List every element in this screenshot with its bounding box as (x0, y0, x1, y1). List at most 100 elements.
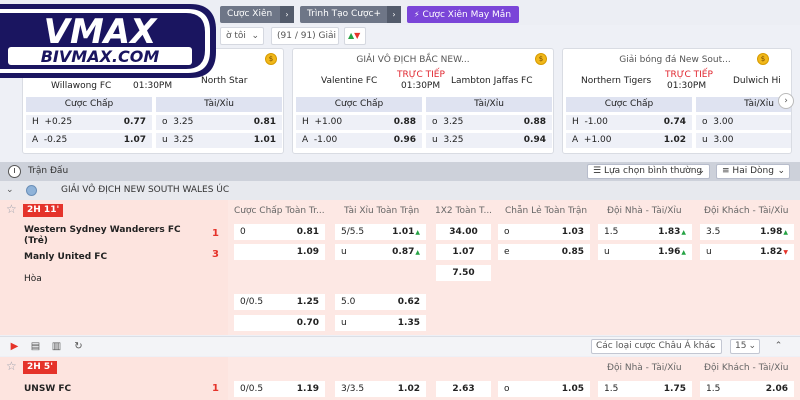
league-bar[interactable]: ⌄ GIẢI VÔ ĐỊCH NEW SOUTH WALES ÚC (0, 181, 800, 200)
odd-cell[interactable]: e 0.85 (498, 244, 590, 260)
card-odd-cell[interactable]: o 3.25 0.88 (426, 115, 552, 130)
card-time: 01:30PM (401, 81, 441, 91)
odd-cell[interactable]: 2.63 (436, 381, 491, 397)
odd-side: o (162, 117, 168, 127)
play-icon[interactable]: ▶ (8, 340, 21, 353)
tab-lucky-parlay[interactable]: ⚡ Cược Xiên May Mắn (407, 6, 519, 23)
odd-cell[interactable]: 1.5 1.83 (598, 224, 692, 240)
odd-line: -0.25 (43, 135, 68, 145)
match-card[interactable]: Giải bóng đá New Sout... $ Northern Tige… (562, 48, 792, 154)
bet-type-select[interactable]: Các loại cược Châu Á khác ⌄ (591, 339, 722, 354)
card-team-away: Lambton Jaffas FC (451, 76, 533, 86)
odd-cell[interactable]: u 1.96 (598, 244, 692, 260)
team-home: UNSW FC (24, 384, 72, 394)
match-card[interactable]: GIẢI VÔ ĐỊCH BẮC NEW... $ Valentine FC L… (292, 48, 554, 154)
tab-parlay[interactable]: Cược Xiên › (220, 6, 294, 23)
card-handicap-header: Cược Chấp (26, 97, 152, 112)
odd-price: 0.81 (253, 117, 276, 127)
odd-side: H (302, 117, 309, 127)
league-count-select[interactable]: (91 / 91) Giải (271, 27, 339, 45)
chevron-down-icon[interactable]: ⌄ (6, 185, 14, 195)
odd-cell[interactable]: u 0.87 (335, 244, 426, 260)
odd-cell[interactable]: o 1.05 (498, 381, 590, 397)
odd-line: 0/0.5 (240, 297, 264, 307)
card-team-home: Willawong FC (51, 81, 112, 91)
odd-price: 1.01 (392, 224, 420, 241)
odd-line: 3.00 (713, 135, 734, 145)
chevron-down-icon: ⌄ (697, 166, 705, 176)
odd-line: +1.00 (314, 117, 343, 127)
odd-cell[interactable]: u 1.82 (700, 244, 794, 260)
odd-line: 5.0 (341, 297, 356, 307)
tab-bet-builder[interactable]: Trình Tạo Cược+ › (300, 6, 401, 23)
card-odd-cell[interactable]: u 3.25 1.01 (156, 133, 282, 148)
odd-side: u (432, 135, 438, 145)
away-score: 3 (212, 249, 219, 260)
odd-side: A (302, 135, 309, 145)
odd-cell[interactable]: 0 0.81 (234, 224, 325, 240)
odd-price: 1.05 (561, 384, 584, 394)
odd-cell[interactable]: o 1.03 (498, 224, 590, 240)
card-odd-cell[interactable]: o 3.25 0.81 (156, 115, 282, 130)
odd-cell[interactable]: 0/0.5 1.25 (234, 294, 325, 310)
odd-cell[interactable]: 0/0.5 1.19 (234, 381, 325, 397)
card-odd-cell[interactable]: H +0.25 0.77 (26, 115, 152, 130)
card-odd-cell[interactable]: u 3.25 0.94 (426, 133, 552, 148)
odd-cell[interactable]: 34.00 (436, 224, 491, 240)
odd-cell[interactable]: 1.5 2.06 (700, 381, 794, 397)
collapse-up-icon[interactable]: ⌃ (772, 340, 785, 353)
home-score: 1 (212, 383, 219, 394)
matches-section-header: Trận Đấu ☰ Lựa chọn bình thường ⌄ ≡ Hai … (0, 162, 800, 181)
sort-toggle[interactable]: ▲▼ (344, 27, 366, 45)
card-odd-cell[interactable]: A -1.00 0.96 (296, 133, 422, 148)
favorite-star-icon[interactable]: ☆ (6, 202, 17, 216)
coin-icon: $ (535, 53, 547, 65)
odd-side: H (32, 117, 39, 127)
coin-icon: $ (265, 53, 277, 65)
draw-label: Hòa (24, 274, 42, 284)
odd-cell[interactable]: 3/3.5 1.02 (335, 381, 426, 397)
list-icon: ≡ (722, 166, 730, 176)
odd-cell[interactable]: 5.0 0.62 (335, 294, 426, 310)
card-odd-cell[interactable]: A +1.00 1.02 (566, 133, 692, 148)
odd-cell[interactable]: 5/5.5 1.01 (335, 224, 426, 240)
sort-select-label: Lựa chọn bình thường (603, 166, 703, 176)
card-odd-cell[interactable]: H +1.00 0.88 (296, 115, 422, 130)
refresh-icon[interactable]: ↻ (72, 340, 85, 353)
odd-cell[interactable]: u 1.35 (335, 315, 426, 331)
odd-cell[interactable]: 7.50 (436, 265, 491, 281)
favorite-star-icon[interactable]: ☆ (6, 359, 17, 373)
odd-line: 3.5 (706, 227, 721, 237)
card-handicap-header: Cược Chấp (566, 97, 692, 112)
odd-cell[interactable]: 1.07 (436, 244, 491, 260)
lines-select[interactable]: ≡ Hai Dòng ⌄ (716, 164, 790, 179)
brand-logo[interactable]: VMAX BIVMAX.COM (0, 0, 220, 80)
odd-cell[interactable]: 1.5 1.75 (598, 381, 692, 397)
time-filter-select[interactable]: ờ tôi ⌄ (220, 27, 264, 45)
odd-line: 1.5 (604, 227, 619, 237)
card-odd-cell[interactable]: H -1.00 0.74 (566, 115, 692, 130)
card-odd-cell[interactable]: o 3.00 (696, 115, 791, 130)
odd-cell[interactable]: 3.5 1.98 (700, 224, 794, 240)
stats-icon[interactable]: ▥ (50, 340, 63, 353)
globe-icon (26, 185, 37, 196)
tab-bet-builder-label: Trình Tạo Cược+ (307, 9, 382, 19)
odd-side: u (702, 135, 708, 145)
page-size-select[interactable]: 15 ⌄ (730, 339, 760, 354)
odd-cell[interactable]: 1.09 (234, 244, 325, 260)
scoreboard-icon[interactable]: ▤ (29, 340, 42, 353)
card-ou-header: Tài/Xỉu (426, 97, 552, 112)
odd-price: 0.87 (392, 244, 420, 261)
next-cards-button[interactable]: › (778, 93, 794, 109)
odd-price: 1.01 (253, 135, 276, 145)
sort-select[interactable]: ☰ Lựa chọn bình thường ⌄ (587, 164, 710, 179)
league-name: GIẢI VÔ ĐỊCH NEW SOUTH WALES ÚC (61, 185, 230, 195)
odd-line: 0 (240, 227, 246, 237)
odd-price: 0.70 (296, 318, 319, 328)
card-ou-header: Tài/Xỉu (156, 97, 282, 112)
odd-cell[interactable]: 0.70 (234, 315, 325, 331)
card-odd-cell[interactable]: u 3.00 (696, 133, 791, 148)
odd-line: o (504, 227, 510, 237)
card-odd-cell[interactable]: A -0.25 1.07 (26, 133, 152, 148)
odd-price: 0.94 (523, 135, 546, 145)
